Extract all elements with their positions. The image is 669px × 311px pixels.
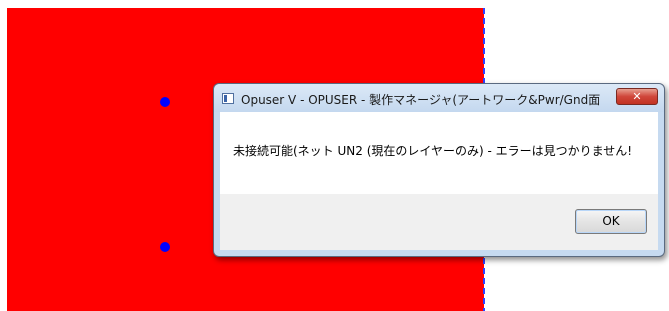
close-button[interactable]: ✕ xyxy=(616,88,658,105)
dialog-content: 未接続可能(ネット UN2 (現在のレイヤーのみ) - エラーは見つかりません! xyxy=(220,112,658,194)
ok-button[interactable]: OK xyxy=(575,209,647,234)
message-dialog: Opuser V - OPUSER - 製作マネージャ(アートワーク&Pwr/G… xyxy=(213,83,665,257)
dialog-button-area: OK xyxy=(220,194,658,250)
dialog-titlebar[interactable]: Opuser V - OPUSER - 製作マネージャ(アートワーク&Pwr/G… xyxy=(214,84,664,112)
via-dot xyxy=(160,242,170,252)
via-dot xyxy=(160,97,170,107)
dialog-message: 未接続可能(ネット UN2 (現在のレイヤーのみ) - エラーは見つかりません! xyxy=(233,144,633,158)
app-window-icon xyxy=(222,93,234,104)
dialog-title: Opuser V - OPUSER - 製作マネージャ(アートワーク&Pwr/G… xyxy=(241,93,601,107)
